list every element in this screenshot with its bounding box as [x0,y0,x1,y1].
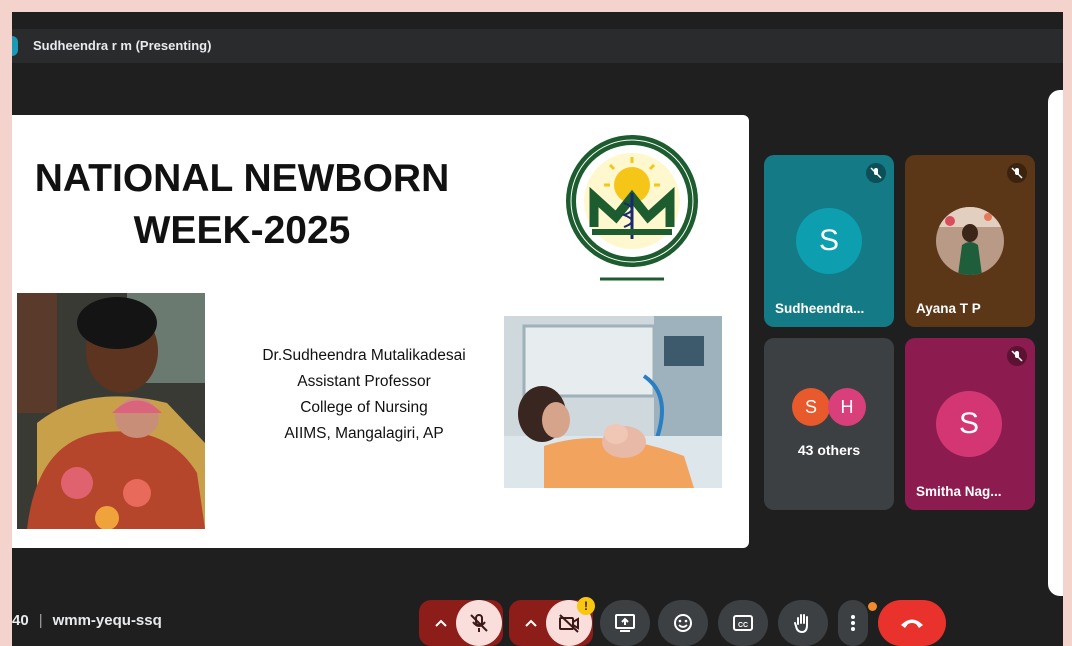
slide-title-line-1: NATIONAL NEWBORN [34,157,450,200]
avatar: H [828,388,866,426]
camera-off-icon [559,614,579,633]
svg-text:CC: CC [738,622,748,629]
reactions-button[interactable] [658,600,708,646]
meeting-code: wmm-yequ-ssq [52,612,162,629]
mother-newborn-photo [504,316,722,488]
more-options-button[interactable] [838,600,868,646]
mic-off-icon [470,614,488,632]
divider: | [38,612,43,629]
participant-tile-ayana[interactable]: Ayana T P [905,155,1035,327]
mic-off-icon [1007,163,1027,183]
credit-department: College of Nursing [300,399,428,416]
emoji-icon [674,614,692,632]
notification-dot [868,602,877,611]
presenter-bar: Sudheendra r m (Presenting) [12,29,1063,63]
present-button[interactable] [600,600,650,646]
end-call-icon [901,619,923,628]
participant-tile-sudheendra[interactable]: S Sudheendra... [764,155,894,327]
presenter-avatar [12,36,18,56]
avatar: S [936,391,1002,457]
others-count: 43 others [797,442,861,458]
credit-name: Dr.Sudheendra Mutalikadesai [262,347,466,364]
chevron-up-icon [435,619,447,627]
credit-designation: Assistant Professor [297,373,431,390]
participant-name: Ayana T P [916,301,981,316]
participant-tile-smitha[interactable]: S Smitha Nag... [905,338,1035,510]
mic-off-icon [866,163,886,183]
meeting-time: 40 [12,612,29,629]
avatar: S [792,388,830,426]
presenter-credits: Dr.Sudheendra Mutalikadesai Assistant Pr… [234,343,494,447]
chevron-up-icon [525,619,537,627]
meet-window: Sudheendra r m (Presenting) NATIONAL NEW… [12,12,1063,646]
captions-button[interactable]: CC [718,600,768,646]
participant-tile-others[interactable]: S H 43 others [764,338,894,510]
raise-hand-icon [794,614,808,634]
avatar: S [796,208,862,274]
participant-name: Sudheendra... [775,301,865,316]
mic-toggle-button[interactable] [456,600,502,646]
avatar [936,207,1004,275]
father-baby-photo [17,293,205,529]
audio-options-button[interactable] [424,600,458,646]
camera-warning-badge: ! [577,597,595,615]
meeting-info: 40 | wmm-yequ-ssq [12,612,162,629]
present-icon [615,614,635,632]
end-call-button[interactable] [878,600,946,646]
mic-off-icon [1007,346,1027,366]
video-options-button[interactable] [514,600,548,646]
slide-title-line-2: WEEK-2025 [133,209,351,252]
side-panel[interactable] [1048,90,1063,596]
captions-icon: CC [733,615,753,631]
aiims-logo [566,135,698,289]
raise-hand-button[interactable] [778,600,828,646]
slide-title: NATIONAL NEWBORN WEEK-2025 [12,153,472,257]
presenter-label: Sudheendra r m (Presenting) [33,38,212,53]
credit-institution: AIIMS, Mangalagiri, AP [284,425,444,442]
more-options-icon [851,615,855,631]
participant-name: Smitha Nag... [916,484,1002,499]
shared-slide: NATIONAL NEWBORN WEEK-2025 Dr.Sudheendra… [12,115,749,548]
